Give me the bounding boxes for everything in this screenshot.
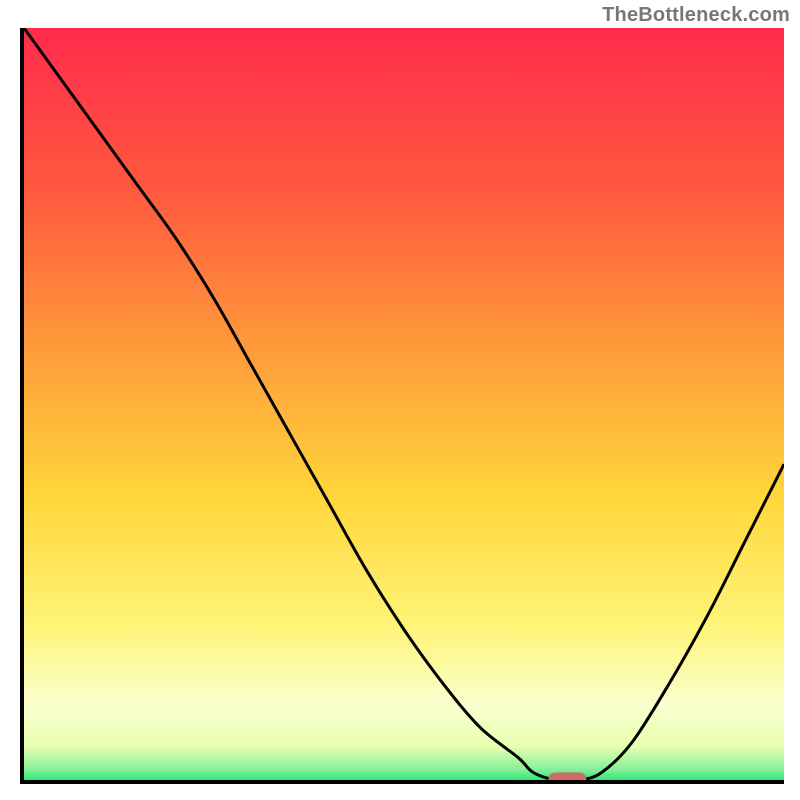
curve-layer [24, 28, 784, 780]
chart-frame: TheBottleneck.com [0, 0, 800, 800]
optimal-marker [548, 772, 586, 780]
attribution-label: TheBottleneck.com [602, 4, 790, 27]
plot-area [20, 28, 784, 784]
bottleneck-curve [24, 28, 784, 780]
